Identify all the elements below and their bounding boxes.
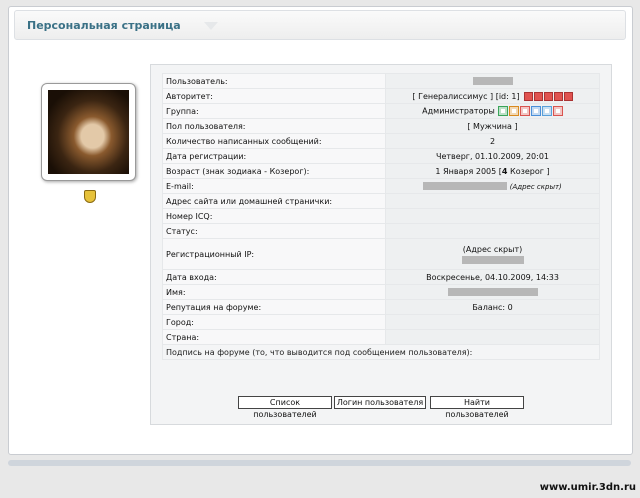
user-logins-button[interactable]: Логин пользователя [334, 396, 426, 409]
age-text: 1 Января 2005 [ [435, 166, 502, 176]
table-row: Возраст (знак зодиака - Козерог): 1 Янва… [163, 164, 599, 178]
group-action-icon[interactable] [530, 106, 541, 116]
table-row: Город: [163, 315, 599, 329]
table-row: Имя: [163, 285, 599, 299]
footer-bar [8, 460, 631, 466]
row-label: Регистрационный IP: [163, 239, 385, 269]
button-bar: Список пользователей Логин пользователя … [238, 396, 528, 419]
row-label: Имя: [163, 285, 385, 299]
group-action-icon[interactable] [541, 106, 552, 116]
row-value [386, 194, 599, 208]
table-row: Страна: [163, 330, 599, 344]
table-row: Подпись на форуме (то, что выводится под… [163, 345, 599, 359]
row-label: Адрес сайта или домашней странички: [163, 194, 385, 208]
watermark: www.umir.3dn.ru [539, 482, 636, 493]
row-label: Страна: [163, 330, 385, 344]
rank-star-icon [523, 91, 533, 101]
row-label: Пользователь: [163, 74, 385, 88]
row-value [386, 209, 599, 223]
username-value [386, 74, 599, 88]
avatar-image [48, 90, 129, 174]
table-row: Статус: [163, 224, 599, 238]
row-label: Авторитет: [163, 89, 385, 103]
header-pointer [204, 22, 218, 30]
row-label: Город: [163, 315, 385, 329]
rank-star-icon [543, 91, 553, 101]
table-row: Пользователь: [163, 74, 599, 88]
row-label: Возраст (знак зодиака - Козерог): [163, 164, 385, 178]
row-label: Дата регистрации: [163, 149, 385, 163]
rank-star-icon [563, 91, 573, 101]
table-row: Номер ICQ: [163, 209, 599, 223]
table-row: Пол пользователя: [ Мужчина ] [163, 119, 599, 133]
hidden-value [423, 182, 508, 190]
row-value: Четверг, 01.10.2009, 20:01 [386, 149, 599, 163]
zodiac-text: Козерог ] [507, 166, 550, 176]
email-value: (Адрес скрыт) [386, 179, 599, 193]
row-label: Репутация на форуме: [163, 300, 385, 314]
profile-panel: Пользователь: Авторитет: [ Генералиссиму… [150, 64, 612, 425]
table-row: Группа: Администраторы [163, 104, 599, 118]
hidden-value [447, 288, 538, 296]
table-row: Адрес сайта или домашней странички: [163, 194, 599, 208]
page-title: Персональная страница [27, 19, 181, 32]
group-value: Администраторы [386, 104, 599, 118]
row-value [386, 315, 599, 329]
row-value: Воскресенье, 04.10.2009, 14:33 [386, 270, 599, 284]
rank-stars [523, 91, 573, 101]
group-text: Администраторы [422, 106, 495, 116]
hidden-value [461, 255, 524, 264]
row-label: Количество написанных сообщений: [163, 134, 385, 148]
signature-label: Подпись на форуме (то, что выводится под… [163, 345, 599, 359]
rank-text: [ Генералиссимус ] [id: 1] [412, 91, 520, 101]
table-row: Дата входа: Воскресенье, 04.10.2009, 14:… [163, 270, 599, 284]
hidden-note: (Адрес скрыт) [509, 182, 562, 191]
profile-table: Пользователь: Авторитет: [ Генералиссиму… [162, 73, 600, 360]
age-value: 1 Января 2005 [4 Козерог ] [386, 164, 599, 178]
table-row: Регистрационный IP: (Адрес скрыт) [163, 239, 599, 269]
group-action-icon[interactable] [552, 106, 563, 116]
table-row: Авторитет: [ Генералиссимус ] [id: 1] [163, 89, 599, 103]
row-label: Пол пользователя: [163, 119, 385, 133]
ip-value: (Адрес скрыт) [386, 239, 599, 269]
group-action-icon[interactable] [519, 106, 530, 116]
row-label: Статус: [163, 224, 385, 238]
rank-star-icon [533, 91, 543, 101]
hidden-value [472, 77, 513, 85]
find-users-button[interactable]: Найти пользователей [430, 396, 524, 419]
group-action-icons[interactable] [497, 106, 563, 116]
row-value [386, 330, 599, 344]
page-header: Персональная страница [14, 10, 626, 40]
user-list-button[interactable]: Список пользователей [238, 396, 332, 419]
row-value: [ Мужчина ] [386, 119, 599, 133]
table-row: E-mail: (Адрес скрыт) [163, 179, 599, 193]
rank-star-icon [553, 91, 563, 101]
group-action-icon[interactable] [508, 106, 519, 116]
row-label: E-mail: [163, 179, 385, 193]
shield-badge-icon [84, 190, 96, 203]
avatar [41, 83, 136, 181]
row-label: Дата входа: [163, 270, 385, 284]
row-value: Баланс: 0 [386, 300, 599, 314]
row-value: 2 [386, 134, 599, 148]
row-label: Номер ICQ: [163, 209, 385, 223]
rank-value: [ Генералиссимус ] [id: 1] [386, 89, 599, 103]
row-label: Группа: [163, 104, 385, 118]
name-value [386, 285, 599, 299]
table-row: Количество написанных сообщений: 2 [163, 134, 599, 148]
table-row: Репутация на форуме: Баланс: 0 [163, 300, 599, 314]
row-value [386, 224, 599, 238]
hidden-note: (Адрес скрыт) [462, 244, 523, 254]
table-row: Дата регистрации: Четверг, 01.10.2009, 2… [163, 149, 599, 163]
group-action-icon[interactable] [497, 106, 508, 116]
